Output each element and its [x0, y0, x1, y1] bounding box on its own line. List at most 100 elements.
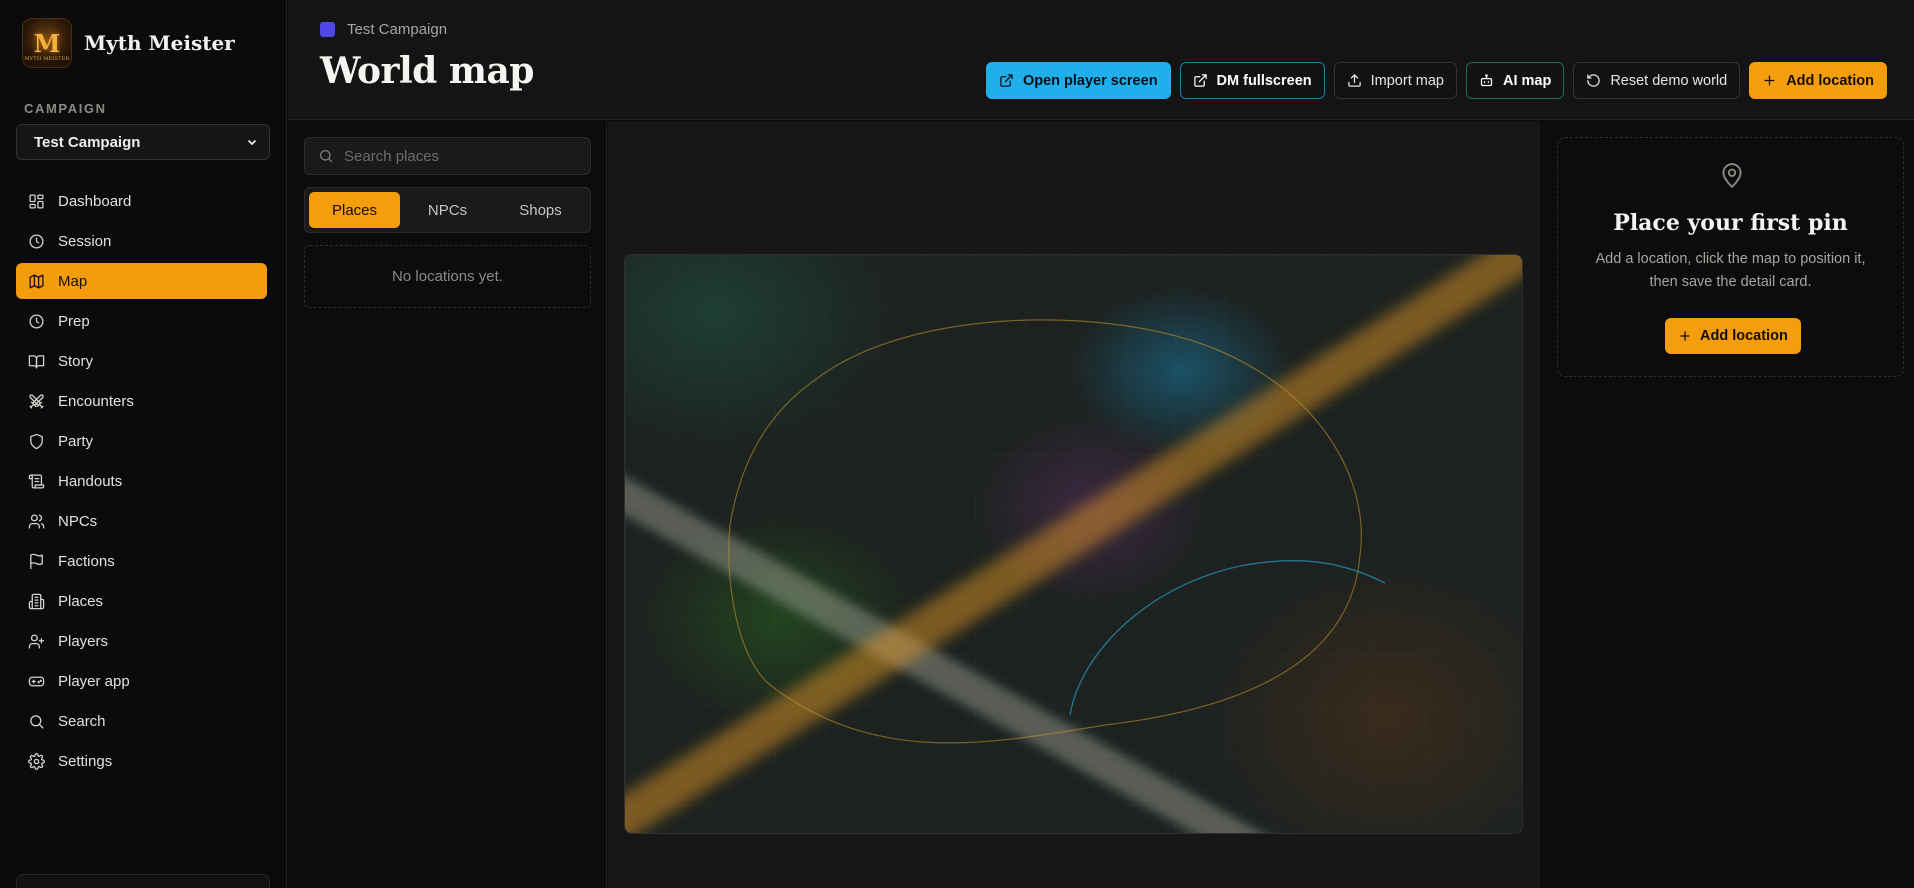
sidebar-item-label: NPCs	[58, 512, 98, 530]
dm-fullscreen-button[interactable]: DM fullscreen	[1179, 62, 1325, 99]
pin-card-title: Place your first pin	[1613, 210, 1848, 236]
locations-panel: Places NPCs Shops No locations yet.	[288, 121, 607, 888]
sidebar-item-label: Session	[58, 232, 112, 250]
swords-icon	[29, 393, 44, 409]
users-icon	[28, 513, 45, 529]
upload-icon	[1347, 74, 1361, 87]
add-location-button-secondary[interactable]: Add location	[1665, 318, 1801, 354]
empty-pin-card: Place your first pin Add a location, cli…	[1557, 137, 1904, 377]
tab-places[interactable]: Places	[309, 192, 400, 228]
open-player-screen-label: Open player screen	[1022, 72, 1158, 89]
logo-letter: M	[33, 28, 61, 58]
search-icon	[30, 714, 44, 729]
campaign-label: CAMPAIGN	[24, 101, 107, 116]
campaign-select-value: Test Campaign	[34, 133, 141, 151]
dm-fullscreen-label: DM fullscreen	[1216, 72, 1312, 89]
sidebar-item-factions[interactable]: Factions	[16, 543, 267, 579]
add-location-button[interactable]: Add location	[1749, 62, 1887, 99]
sidebar-item-player-app[interactable]: Player app	[16, 663, 267, 699]
breadcrumb-label: Test Campaign	[347, 21, 448, 38]
rotate-ccw-icon	[1587, 74, 1601, 87]
add-location-label: Add location	[1700, 328, 1788, 344]
sidebar-item-label: Places	[58, 592, 104, 610]
import-map-label: Import map	[1370, 72, 1444, 89]
user-plus-icon	[28, 633, 45, 649]
tab-shops[interactable]: Shops	[495, 192, 586, 228]
logo-subtext: MYTH MEISTER	[24, 56, 70, 62]
book-icon	[28, 354, 45, 369]
plus-icon	[1680, 331, 1690, 341]
campaign-color-swatch	[320, 22, 335, 37]
gamepad-icon	[28, 676, 45, 686]
map-toolbar: Open player screen DM fullscreen Import …	[985, 62, 1887, 99]
sidebar-item-settings[interactable]: Settings	[16, 743, 267, 779]
external-link-icon	[1193, 74, 1207, 87]
app-root: M MYTH MEISTER Myth Meister CAMPAIGN Tes…	[0, 0, 1914, 888]
dashboard-icon	[29, 193, 44, 209]
import-map-button[interactable]: Import map	[1333, 62, 1457, 99]
plus-icon	[1764, 75, 1775, 86]
clock-icon	[29, 313, 44, 329]
sidebar-item-label: Party	[58, 432, 94, 450]
page-header: Test Campaign World map Open player scre…	[288, 0, 1914, 120]
sidebar-item-label: Story	[58, 352, 94, 370]
sidebar-nav: Dashboard Session Map Prep Story Encount…	[16, 183, 267, 783]
chevron-down-icon	[247, 139, 257, 146]
sidebar-item-label: Players	[58, 632, 109, 650]
tab-npcs[interactable]: NPCs	[402, 192, 493, 228]
external-link-icon	[1000, 74, 1013, 87]
sidebar-item-label: Player app	[58, 672, 130, 690]
map-pin-icon	[1719, 162, 1745, 190]
flag-icon	[30, 553, 43, 569]
sidebar-item-places[interactable]: Places	[16, 583, 267, 619]
sidebar-item-handouts[interactable]: Handouts	[16, 463, 267, 499]
world-map-canvas[interactable]	[624, 254, 1523, 834]
sidebar-item-search[interactable]: Search	[16, 703, 267, 739]
sidebar-item-label: Search	[58, 712, 106, 730]
page-title: World map	[320, 50, 534, 92]
sidebar-item-label: Factions	[58, 552, 115, 570]
sidebar-item-encounters[interactable]: Encounters	[16, 383, 267, 419]
breadcrumb[interactable]: Test Campaign	[320, 21, 447, 38]
sidebar-item-party[interactable]: Party	[16, 423, 267, 459]
reset-demo-world-label: Reset demo world	[1610, 72, 1728, 89]
open-player-screen-button[interactable]: Open player screen	[985, 62, 1171, 99]
brand-name: Myth Meister	[84, 31, 235, 55]
sidebar-footer-card[interactable]	[16, 874, 270, 888]
ai-map-button[interactable]: AI map	[1465, 62, 1565, 99]
sidebar-item-prep[interactable]: Prep	[16, 303, 267, 339]
sidebar-item-dashboard[interactable]: Dashboard	[16, 183, 267, 219]
sidebar: M MYTH MEISTER Myth Meister CAMPAIGN Tes…	[0, 0, 287, 888]
sidebar-item-players[interactable]: Players	[16, 623, 267, 659]
pin-card-text: Add a location, click the map to positio…	[1595, 251, 1866, 290]
gear-icon	[28, 752, 45, 770]
sidebar-item-label: Settings	[58, 752, 113, 770]
detail-panel: Place your first pin Add a location, cli…	[1541, 121, 1914, 888]
map-icon	[29, 273, 44, 289]
search-icon	[320, 150, 333, 163]
sidebar-item-session[interactable]: Session	[16, 223, 267, 259]
sidebar-item-label: Handouts	[58, 472, 123, 490]
sidebar-item-label: Dashboard	[58, 192, 132, 210]
location-type-tabs: Places NPCs Shops	[304, 187, 591, 233]
add-location-label: Add location	[1786, 72, 1874, 89]
sidebar-item-label: Encounters	[58, 392, 134, 410]
reset-demo-world-button[interactable]: Reset demo world	[1573, 62, 1741, 99]
campaign-select[interactable]: Test Campaign	[16, 124, 270, 160]
map-art	[625, 255, 1522, 833]
app-logo: M MYTH MEISTER	[22, 18, 72, 68]
ai-map-label: AI map	[1502, 72, 1552, 89]
scroll-icon	[28, 473, 45, 489]
sidebar-item-map[interactable]: Map	[16, 263, 267, 299]
brand[interactable]: M MYTH MEISTER Myth Meister	[22, 18, 235, 68]
sidebar-item-npcs[interactable]: NPCs	[16, 503, 267, 539]
sidebar-item-story[interactable]: Story	[16, 343, 267, 379]
search-places-field[interactable]	[304, 137, 591, 175]
map-viewport	[608, 121, 1540, 888]
sidebar-item-label: Prep	[58, 312, 90, 330]
search-input[interactable]	[344, 147, 584, 165]
sidebar-item-label: Map	[58, 272, 88, 290]
empty-locations-message: No locations yet.	[304, 245, 591, 308]
bot-icon	[1480, 74, 1493, 87]
clock-icon	[29, 233, 44, 249]
